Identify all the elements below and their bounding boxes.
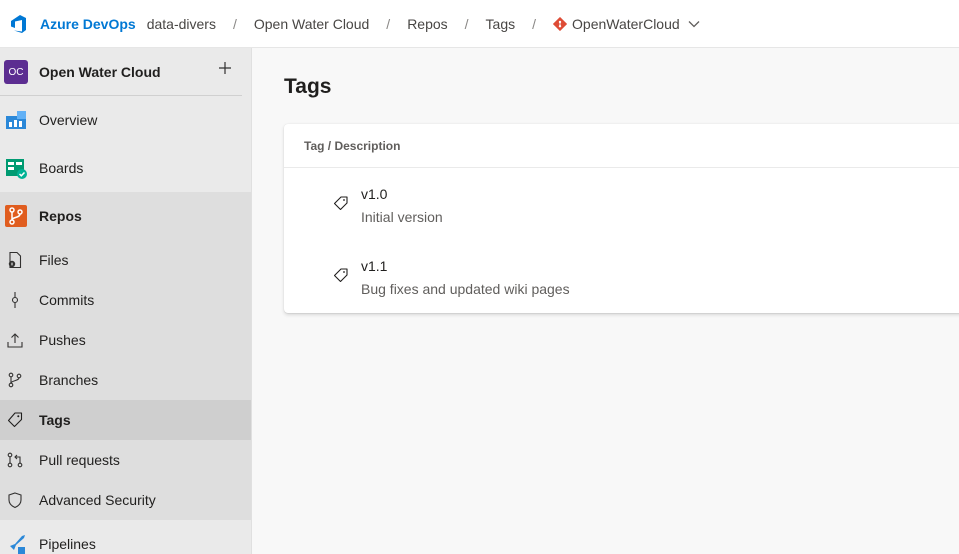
project-name: Open Water Cloud <box>39 64 161 80</box>
breadcrumb-tags[interactable]: Tags <box>486 16 516 32</box>
azure-devops-logo-icon[interactable] <box>8 14 28 34</box>
overview-icon <box>4 108 28 132</box>
sidebar-item-label: Advanced Security <box>39 492 156 508</box>
sidebar-item-label: Pipelines <box>39 536 96 552</box>
commits-icon <box>6 291 24 309</box>
tags-table: Tag / Description v1.0 Initial version v… <box>284 124 959 313</box>
tag-name[interactable]: v1.0 <box>361 186 387 202</box>
boards-icon <box>4 156 28 180</box>
repos-icon <box>4 204 28 228</box>
top-bar: Azure DevOps data-divers / Open Water Cl… <box>0 0 959 48</box>
sidebar-item-files[interactable]: Files <box>0 240 251 280</box>
sidebar-item-branches[interactable]: Branches <box>0 360 251 400</box>
branches-icon <box>6 371 24 389</box>
table-row[interactable]: v1.1 Bug fixes and updated wiki pages <box>284 240 959 312</box>
repo-selector-label: OpenWaterCloud <box>572 15 680 32</box>
column-header-tag-description[interactable]: Tag / Description <box>284 124 959 168</box>
sidebar-item-tags[interactable]: Tags <box>0 400 251 440</box>
tag-icon <box>333 268 348 283</box>
pull-request-icon <box>6 451 24 469</box>
plus-icon[interactable] <box>217 60 233 76</box>
divider <box>0 95 242 96</box>
sidebar-item-overview[interactable]: Overview <box>0 96 251 144</box>
pipelines-icon <box>4 532 28 554</box>
tag-icon <box>6 411 24 429</box>
sidebar-item-pushes[interactable]: Pushes <box>0 320 251 360</box>
sidebar-item-pipelines[interactable]: Pipelines <box>0 520 251 554</box>
project-header[interactable]: OC Open Water Cloud <box>0 48 251 96</box>
sidebar-item-label: Overview <box>39 112 98 128</box>
tag-description: Bug fixes and updated wiki pages <box>361 281 570 297</box>
page-title: Tags <box>284 75 332 98</box>
project-avatar: OC <box>4 60 28 84</box>
breadcrumb-project[interactable]: Open Water Cloud <box>254 16 369 32</box>
sidebar-item-boards[interactable]: Boards <box>0 144 251 192</box>
sidebar-item-repos[interactable]: Repos <box>0 192 251 240</box>
sidebar-item-label: Branches <box>39 372 99 388</box>
sidebar-item-label: Commits <box>39 292 95 308</box>
repos-submenu: Files Commits Pushes Branches Tags Pull … <box>0 240 251 520</box>
sidebar-item-commits[interactable]: Commits <box>0 280 251 320</box>
sidebar-item-pull-requests[interactable]: Pull requests <box>0 440 251 480</box>
sidebar-item-label: Files <box>39 252 69 268</box>
chevron-down-icon <box>688 20 700 28</box>
breadcrumb-separator: / <box>532 15 537 32</box>
breadcrumb-separator: / <box>464 15 469 32</box>
table-row[interactable]: v1.0 Initial version <box>284 168 959 240</box>
sidebar-item-label: Repos <box>39 208 82 224</box>
shield-icon <box>6 491 24 509</box>
brand-link[interactable]: Azure DevOps <box>40 16 136 32</box>
breadcrumb-separator: / <box>386 15 391 32</box>
repo-selector[interactable]: OpenWaterCloud <box>553 16 700 32</box>
sidebar-item-label: Pull requests <box>39 452 120 468</box>
files-icon <box>6 251 24 269</box>
tag-name[interactable]: v1.1 <box>361 258 387 274</box>
sidebar-item-advanced-security[interactable]: Advanced Security <box>0 480 251 520</box>
main-content: Tags Tag / Description v1.0 Initial vers… <box>252 48 959 554</box>
breadcrumb-separator: / <box>232 15 237 32</box>
sidebar-item-label: Pushes <box>39 332 86 348</box>
sidebar-item-label: Boards <box>39 160 84 176</box>
tag-icon <box>333 196 348 211</box>
sidebar: OC Open Water Cloud Overview Boards Repo… <box>0 48 252 554</box>
sidebar-item-label: Tags <box>39 412 71 428</box>
git-icon <box>553 16 568 31</box>
pushes-icon <box>6 331 24 349</box>
breadcrumb-repos[interactable]: Repos <box>407 16 447 32</box>
breadcrumb-organization[interactable]: data-divers <box>147 16 216 32</box>
tag-description: Initial version <box>361 209 443 225</box>
